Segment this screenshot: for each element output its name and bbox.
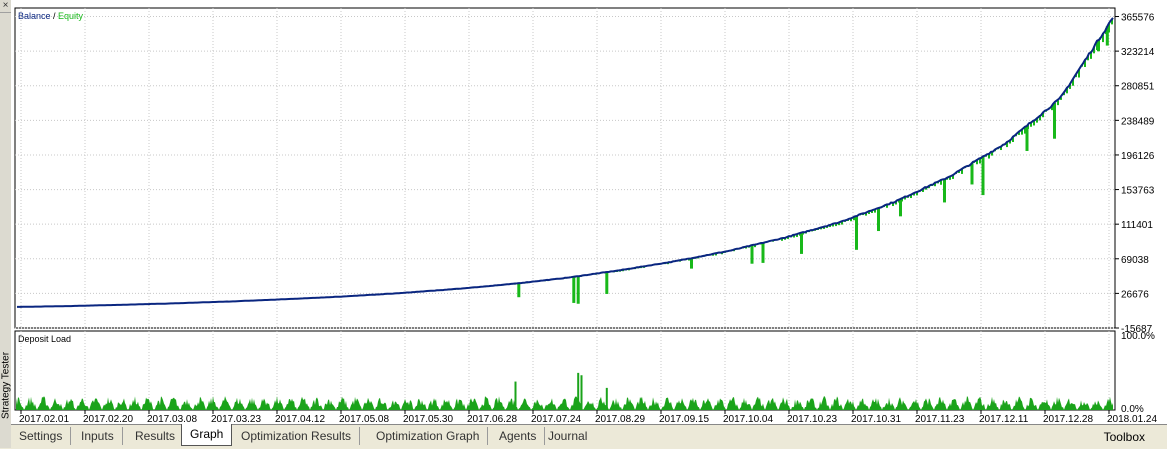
tester-tab-bar: Settings Inputs Results Graph Optimization R… [11, 424, 1167, 449]
x-tick-label: 2017.10.04 [723, 414, 773, 424]
x-tick-label: 2017.02.20 [83, 414, 133, 424]
load-y-max-label: 100.0% [1121, 331, 1155, 342]
tab-inputs[interactable]: Inputs [73, 427, 123, 445]
x-tick-label: 2017.10.23 [787, 414, 837, 424]
tab-settings[interactable]: Settings [11, 427, 72, 445]
tab-optimization-graph[interactable]: Optimization Graph [368, 427, 489, 445]
x-tick-label: 2017.07.24 [531, 414, 581, 424]
y-tick-label: 280851 [1121, 82, 1155, 93]
x-tick-label: 2017.11.23 [915, 414, 965, 424]
y-tick-label: 26676 [1121, 289, 1149, 300]
y-tick-label: 111401 [1121, 220, 1153, 231]
x-tick-label: 2017.09.15 [659, 414, 709, 424]
close-icon[interactable]: × [0, 0, 11, 13]
x-tick-label: 2017.08.29 [595, 414, 645, 424]
strategy-tester-label: Strategy Tester [0, 351, 12, 420]
x-tick-label: 2017.10.31 [851, 414, 901, 424]
tab-optimization-results[interactable]: Optimization Results [233, 427, 361, 445]
x-tick-label: 2017.05.08 [339, 414, 389, 424]
x-tick-label: 2017.06.28 [467, 414, 517, 424]
toolbox-label[interactable]: Toolbox [1104, 428, 1145, 446]
x-tick-label: 2017.03.23 [211, 414, 261, 424]
y-tick-label: 323214 [1121, 47, 1155, 58]
chart-legend: Balance / Equity [18, 11, 84, 21]
y-tick-label: 69038 [1121, 255, 1149, 266]
legend-equity: Equity [58, 11, 84, 21]
y-tick-label: 196126 [1121, 151, 1155, 162]
x-tick-label: 2017.05.30 [403, 414, 453, 424]
chart-background [11, 0, 1167, 424]
legend-separator: / [51, 11, 59, 21]
x-tick-label: 2017.03.08 [147, 414, 197, 424]
tab-journal[interactable]: Journal [540, 427, 595, 445]
tab-agents[interactable]: Agents [491, 427, 546, 445]
x-tick-label: 2018.01.24 [1107, 414, 1157, 424]
deposit-load-title: Deposit Load [18, 334, 71, 344]
y-tick-label: 153763 [1121, 186, 1155, 197]
x-tick-label: 2017.04.12 [275, 414, 325, 424]
x-tick-label: 2017.12.28 [1043, 414, 1093, 424]
y-tick-label: 238489 [1121, 116, 1155, 127]
legend-balance: Balance [18, 11, 51, 21]
tab-results[interactable]: Results [127, 427, 183, 445]
x-tick-label: 2017.12.11 [979, 414, 1029, 424]
tab-graph[interactable]: Graph [181, 424, 233, 446]
y-tick-label: 365576 [1121, 13, 1155, 24]
tester-chart: 365576 323214 280851 238489 196126 153763 1114… [11, 0, 1167, 424]
x-tick-label: 2017.02.01 [19, 414, 69, 424]
